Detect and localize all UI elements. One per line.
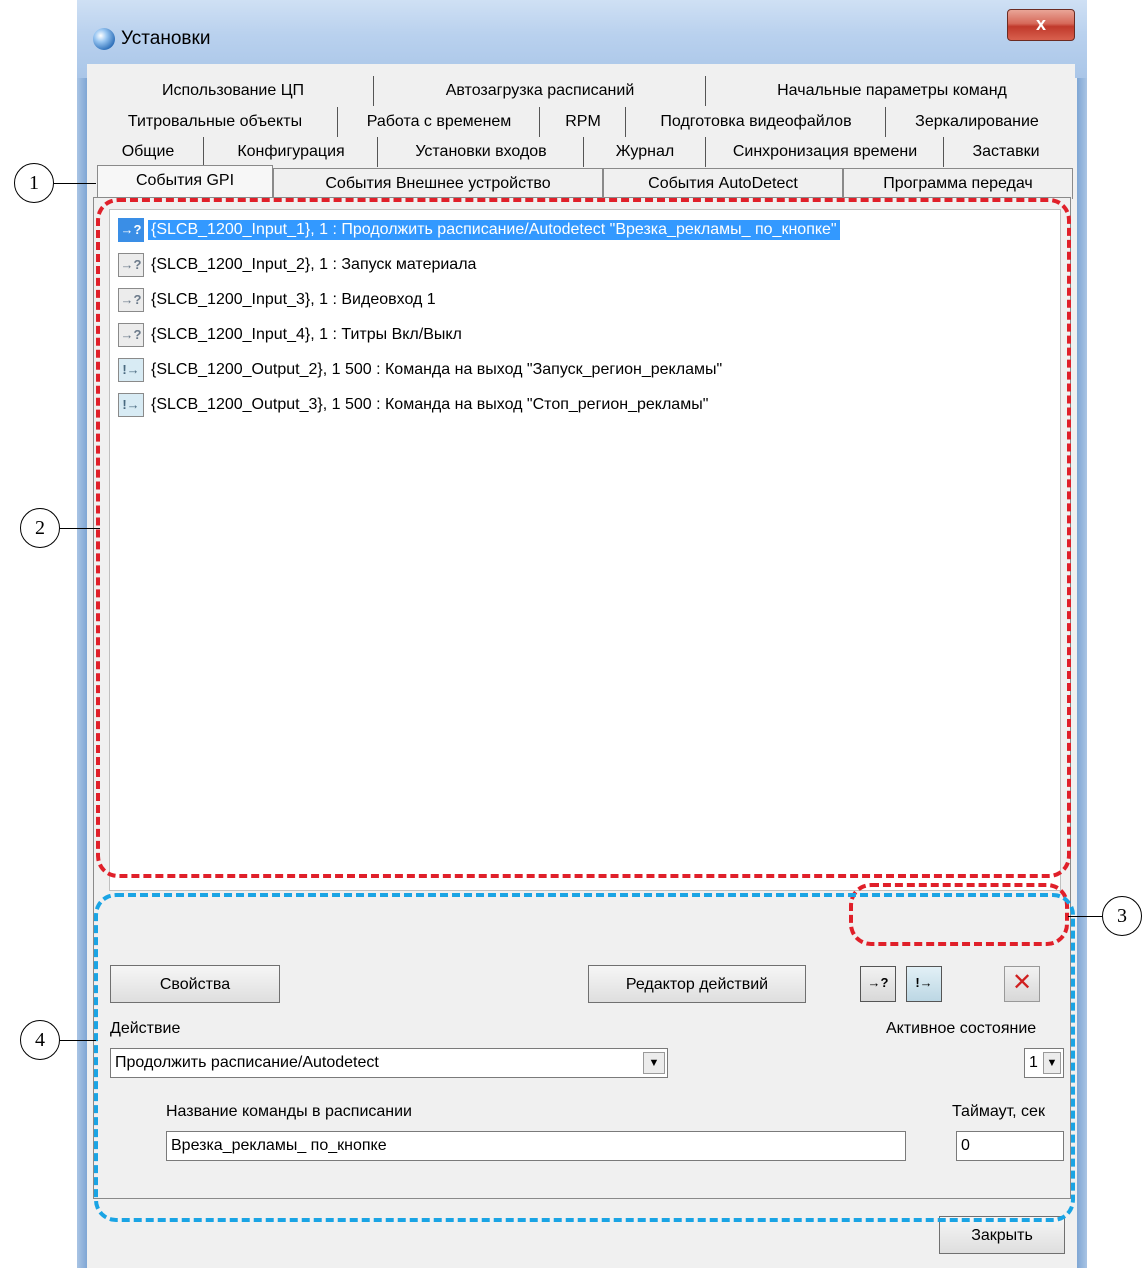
tab-title-objects[interactable]: Титровальные объекты	[93, 107, 338, 137]
callout-2-leader	[60, 528, 100, 529]
close-window-button[interactable]: x	[1007, 9, 1075, 41]
tab-schedule-autoload[interactable]: Автозагрузка расписаний	[375, 76, 706, 106]
app-globe-icon	[93, 28, 115, 50]
tab-cpu-usage[interactable]: Использование ЦП	[93, 76, 374, 106]
tab-row-4: События GPI События Внешнее устройство С…	[93, 165, 1073, 200]
window-frame-left	[77, 0, 87, 1268]
callout-4: 4	[20, 1020, 60, 1060]
tab-gpi-events[interactable]: События GPI	[97, 165, 273, 200]
callout-2: 2	[20, 508, 60, 548]
tab-row-2: Титровальные объекты Работа с временем R…	[93, 107, 1069, 139]
tab-initial-command-params[interactable]: Начальные параметры команд	[707, 76, 1077, 106]
window-frame-right	[1077, 0, 1087, 1268]
tab-row-1: Использование ЦП Автозагрузка расписаний…	[93, 76, 1069, 108]
highlight-event-list	[96, 198, 1071, 878]
callout-4-leader	[60, 1040, 96, 1041]
tab-time-work[interactable]: Работа с временем	[339, 107, 540, 137]
tab-autodetect-events[interactable]: События AutoDetect	[603, 168, 843, 199]
tab-journal[interactable]: Журнал	[585, 137, 706, 167]
highlight-settings-area	[94, 893, 1075, 1222]
tab-configuration[interactable]: Конфигурация	[205, 137, 378, 167]
tab-video-prep[interactable]: Подготовка видеофайлов	[627, 107, 886, 137]
tab-broadcast-program[interactable]: Программа передач	[843, 168, 1073, 199]
callout-3: 3	[1102, 896, 1142, 936]
tab-external-device-events[interactable]: События Внешнее устройство	[273, 168, 603, 199]
tab-mirroring[interactable]: Зеркалирование	[887, 107, 1067, 137]
window-title: Установки	[121, 28, 211, 49]
tab-rpm[interactable]: RPM	[541, 107, 626, 137]
tab-time-sync[interactable]: Синхронизация времени	[707, 137, 944, 167]
tab-input-settings[interactable]: Установки входов	[379, 137, 584, 167]
tab-general[interactable]: Общие	[93, 137, 204, 167]
callout-3-leader	[1068, 916, 1102, 917]
tab-splash-screens[interactable]: Заставки	[945, 137, 1067, 167]
callout-1-leader	[54, 183, 96, 184]
callout-1: 1	[14, 163, 54, 203]
